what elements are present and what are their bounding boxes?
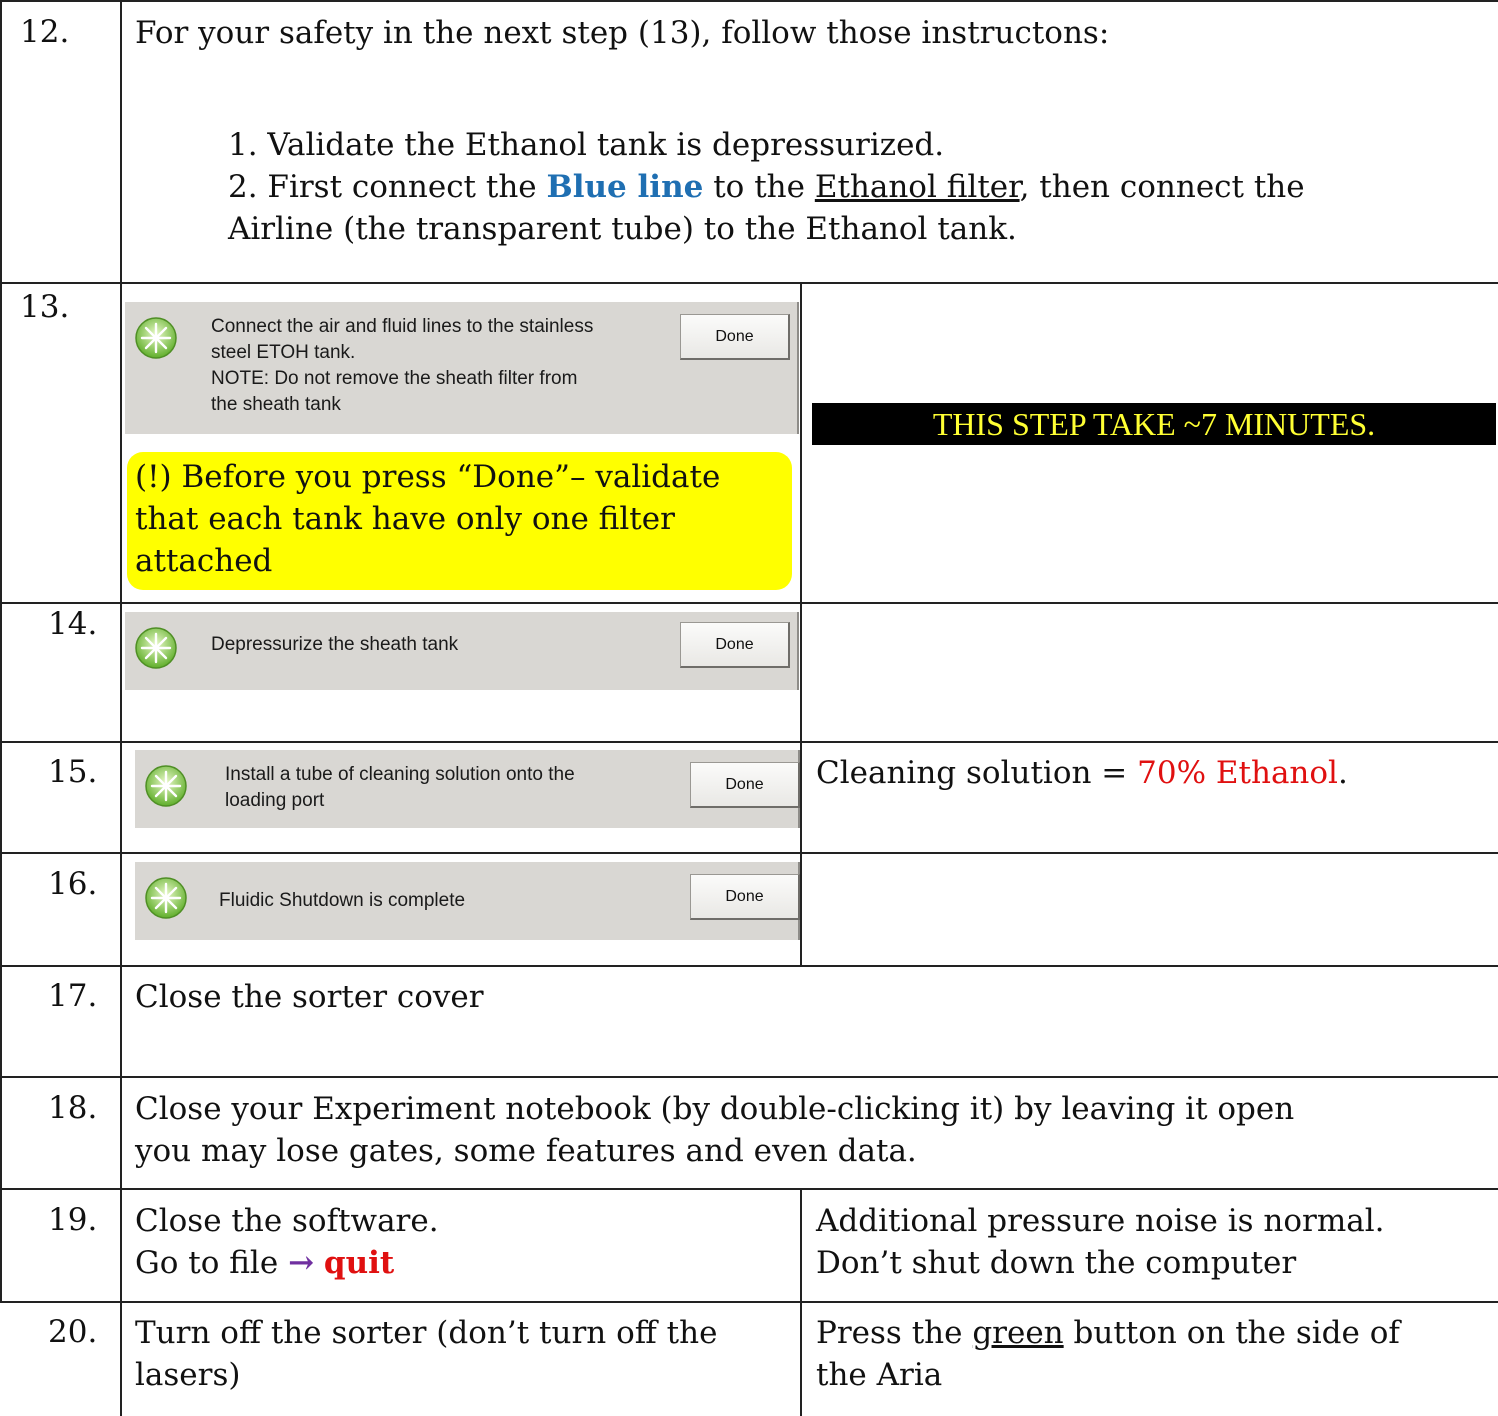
dialog-message: Install a tube of cleaning solution onto… (225, 764, 575, 811)
step-number: 19. (48, 1202, 98, 1238)
step-number: 14. (48, 606, 98, 642)
step-number: 12. (20, 14, 70, 50)
step-number: 17. (48, 978, 98, 1014)
step-19-line-1: Close the software. (135, 1203, 439, 1239)
step-12-item-1: 1. Validate the Ethanol tank is depressu… (228, 127, 945, 163)
status-icon (145, 877, 187, 919)
dialog-connect-lines: Connect the air and fluid lines to the s… (125, 302, 799, 434)
step-12-intro: For your safety in the next step (13), f… (135, 15, 1110, 51)
done-button[interactable]: Done (680, 314, 790, 360)
warning-note: (!) Before you press “Done”– validate th… (127, 452, 792, 590)
done-button[interactable]: Done (690, 762, 800, 808)
step-number: 15. (48, 754, 98, 790)
ethanol-percentage: 70% Ethanol (1137, 755, 1338, 791)
green-label: green (972, 1315, 1064, 1351)
status-icon (135, 627, 177, 669)
row-divider (0, 741, 1498, 743)
dialog-install-tube: Install a tube of cleaning solution onto… (135, 750, 800, 828)
step-18-line-2: you may lose gates, some features and ev… (135, 1133, 917, 1169)
step-19-line-2: Go to file → quit (135, 1245, 395, 1281)
step-20-line-1: Turn off the sorter (don’t turn off the (135, 1315, 718, 1351)
row-divider (0, 852, 1498, 854)
step-18-line-1: Close your Experiment notebook (by doubl… (135, 1091, 1295, 1127)
column-divider (800, 282, 802, 966)
status-icon (145, 765, 187, 807)
step-19-note-1: Additional pressure noise is normal. (816, 1203, 1385, 1239)
procedure-table: 12. For your safety in the next step (13… (0, 0, 1498, 1416)
quit-label: quit (323, 1245, 395, 1281)
step-19-note-2: Don’t shut down the computer (816, 1245, 1297, 1281)
status-icon (135, 317, 177, 359)
step-20-line-2: lasers) (135, 1357, 241, 1393)
row-divider (0, 1301, 1498, 1303)
row-divider (0, 282, 1498, 284)
duration-banner: THIS STEP TAKE ~7 MINUTES. (812, 403, 1496, 445)
step-number: 18. (48, 1090, 98, 1126)
step-number: 13. (20, 289, 70, 325)
dialog-message: Depressurize the sheath tank (211, 634, 459, 655)
row-divider (0, 602, 1498, 604)
step-12-item-2-cont: Airline (the transparent tube) to the Et… (228, 211, 1017, 247)
row-divider (0, 965, 1498, 967)
column-divider (120, 0, 122, 1416)
table-border-top (0, 0, 1498, 2)
dialog-depressurize: Depressurize the sheath tank Done (125, 612, 799, 690)
arrow-icon: → (288, 1245, 315, 1281)
step-number: 20. (48, 1314, 98, 1350)
blue-line-label: Blue line (546, 169, 704, 205)
step-20-note-2: the Aria (816, 1357, 943, 1393)
dialog-shutdown-complete: Fluidic Shutdown is complete Done (135, 862, 800, 940)
done-button[interactable]: Done (680, 622, 790, 668)
step-number: 16. (48, 866, 98, 902)
done-button[interactable]: Done (690, 874, 800, 920)
cleaning-solution-note: Cleaning solution = 70% Ethanol. (816, 755, 1348, 791)
row-divider (0, 1076, 1498, 1078)
step-17-text: Close the sorter cover (135, 979, 484, 1015)
ethanol-filter-label: Ethanol filter (814, 169, 1020, 205)
step-20-note-1: Press the green button on the side of (816, 1315, 1400, 1351)
table-border-left (0, 0, 2, 1301)
step-12-item-2: 2. First connect the Blue line to the Et… (228, 169, 1305, 205)
dialog-message: Fluidic Shutdown is complete (219, 890, 466, 911)
dialog-message: Connect the air and fluid lines to the s… (211, 316, 594, 415)
column-divider (800, 1188, 802, 1416)
row-divider (0, 1188, 1498, 1190)
